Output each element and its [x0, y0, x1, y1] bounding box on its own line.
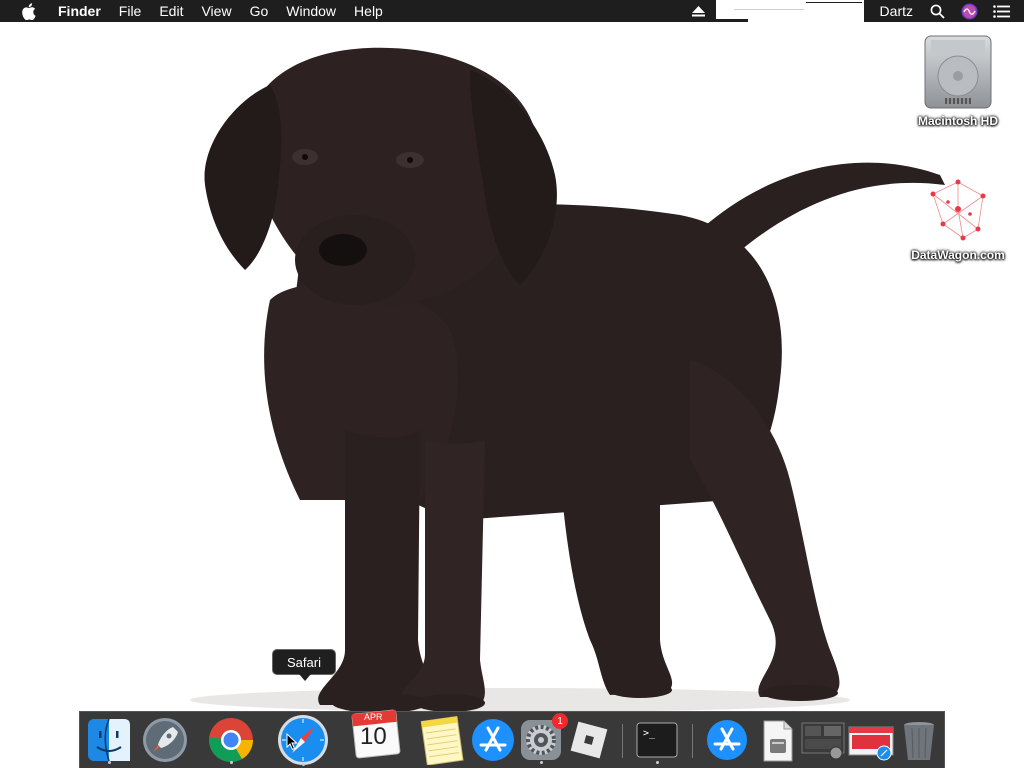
menu-bar-status-area: Dartz — [688, 0, 1024, 22]
dock-item-screenshot-stack[interactable] — [798, 715, 848, 765]
dock-item-trash[interactable] — [894, 715, 944, 765]
dock: APR 10 1 >_ — [79, 709, 945, 768]
spotlight-search-icon[interactable] — [926, 0, 948, 22]
dock-item-google-chrome[interactable] — [206, 715, 256, 765]
finder-icon — [88, 718, 130, 762]
dock-item-app-store[interactable] — [468, 715, 518, 765]
folder-stack-icon — [848, 726, 894, 761]
dock-item-notes[interactable] — [416, 715, 466, 766]
terminal-icon — [636, 722, 678, 758]
desktop-icon-macintosh-hd[interactable]: Macintosh HD — [912, 32, 1004, 128]
desktop-wallpaper-puppy — [190, 47, 945, 713]
dock-item-system-preferences[interactable]: 1 — [516, 713, 568, 765]
mouse-cursor-icon — [286, 733, 298, 751]
calendar-month: APR — [364, 712, 383, 722]
user-name[interactable]: Dartz — [872, 3, 921, 19]
menu-bar: Finder File Edit View Go Window Help Dar… — [0, 0, 1024, 22]
launchpad-icon — [143, 718, 187, 762]
dock-item-document[interactable] — [752, 715, 802, 765]
dock-item-terminal[interactable]: >_ — [632, 715, 682, 765]
apple-menu-icon[interactable] — [20, 2, 36, 20]
document-icon — [763, 720, 793, 762]
terminal-prompt: >_ — [643, 728, 656, 739]
desktop-icon-label: Macintosh HD — [917, 114, 998, 128]
dock-separator — [692, 724, 693, 758]
dock-item-launchpad[interactable] — [140, 715, 190, 765]
notes-icon — [420, 715, 464, 766]
dock-item-finder[interactable] — [84, 715, 134, 765]
menu-edit[interactable]: Edit — [150, 0, 192, 22]
desktop-icon-datawagon[interactable]: DataWagon.com — [902, 174, 1014, 262]
roblox-icon — [570, 721, 608, 759]
trash-icon — [904, 722, 934, 760]
app-store-icon — [707, 720, 747, 760]
dock-separator — [622, 724, 623, 758]
menu-bar-text-field[interactable] — [715, 0, 864, 22]
network-graphic-icon — [930, 179, 986, 241]
hard-drive-icon — [924, 35, 992, 109]
menu-app-finder[interactable]: Finder — [46, 0, 110, 22]
siri-icon[interactable] — [958, 0, 980, 22]
dock-tooltip-text: Safari — [287, 654, 321, 670]
safari-icon — [278, 715, 328, 765]
dock-item-downloads-stack[interactable] — [702, 715, 752, 765]
notification-center-icon[interactable] — [990, 0, 1012, 22]
dock-item-roblox[interactable] — [564, 715, 614, 765]
dock-item-safari-stack[interactable] — [846, 715, 896, 765]
menu-window[interactable]: Window — [277, 0, 345, 22]
desktop-icon-label: DataWagon.com — [911, 248, 1005, 262]
eject-icon[interactable] — [688, 0, 710, 22]
calendar-day: 10 — [360, 723, 387, 750]
menu-view[interactable]: View — [192, 0, 240, 22]
dock-item-safari[interactable] — [276, 713, 330, 767]
screenshot-stack-icon — [801, 722, 845, 760]
menu-help[interactable]: Help — [345, 0, 392, 22]
chrome-icon — [209, 718, 253, 762]
app-store-icon — [472, 719, 514, 761]
dock-tooltip: Safari — [272, 649, 336, 681]
menu-file[interactable]: File — [110, 0, 151, 22]
dock-item-calendar[interactable]: APR 10 — [348, 706, 404, 762]
menu-go[interactable]: Go — [241, 0, 278, 22]
